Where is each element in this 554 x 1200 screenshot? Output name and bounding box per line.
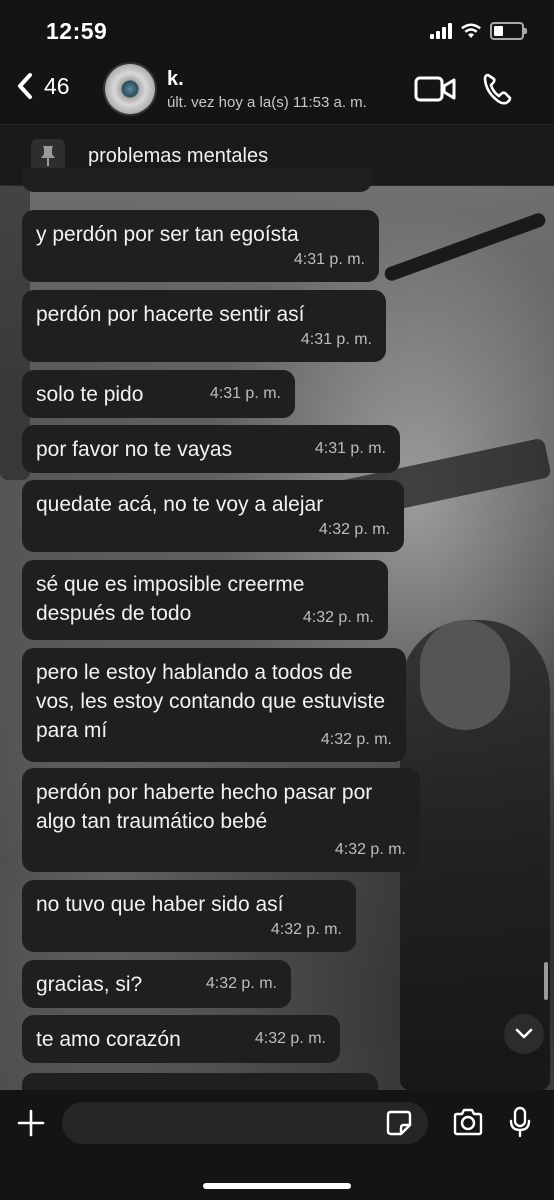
- home-indicator[interactable]: [203, 1183, 351, 1189]
- message-time: 4:32 p. m.: [270, 921, 342, 938]
- battery-icon: [490, 22, 527, 40]
- message-time: 4:31 p. m.: [209, 385, 281, 402]
- message-bubble-partial[interactable]: [22, 168, 372, 192]
- scroll-to-bottom-button[interactable]: [504, 1014, 544, 1054]
- message-time: 4:31 p. m.: [314, 440, 386, 457]
- unread-count: 46: [44, 72, 70, 99]
- contact-avatar[interactable]: [105, 64, 155, 114]
- message-time: 4:32 p. m.: [334, 841, 406, 858]
- chat-header: 46 k. últ. vez hoy a la(s) 11:53 a. m.: [0, 62, 554, 124]
- message-time: 4:32 p. m.: [205, 975, 277, 992]
- status-bar: 12:59: [0, 0, 554, 62]
- camera-icon[interactable]: [452, 1108, 484, 1136]
- message-bubble[interactable]: gracias, si? 4:32 p. m.: [22, 960, 291, 1008]
- message-bubble[interactable]: perdón por haberte hecho pasar por algo …: [22, 768, 420, 872]
- wifi-icon: [461, 23, 481, 38]
- phone-call-icon[interactable]: [482, 72, 514, 106]
- message-input[interactable]: [62, 1102, 428, 1144]
- sticker-icon[interactable]: [386, 1110, 412, 1136]
- message-text: perdón por haberte hecho pasar por algo …: [36, 781, 373, 833]
- message-time: 4:31 p. m.: [300, 331, 372, 348]
- chevron-down-icon: [515, 1028, 533, 1039]
- message-bubble[interactable]: te amo corazón 4:32 p. m.: [22, 1015, 340, 1063]
- pinned-message-text: problemas mentales: [88, 145, 269, 167]
- message-time: 4:32 p. m.: [302, 609, 374, 626]
- chevron-left-icon: [18, 73, 32, 99]
- microphone-icon[interactable]: [508, 1106, 532, 1138]
- video-call-icon[interactable]: [414, 74, 456, 104]
- message-time: 4:31 p. m.: [293, 251, 365, 268]
- message-bubble[interactable]: quedate acá, no te voy a alejar 4:32 p. …: [22, 480, 404, 552]
- message-bubble[interactable]: sé que es imposible creerme después de t…: [22, 560, 388, 640]
- message-bubble[interactable]: y perdón por ser tan egoísta 4:31 p. m.: [22, 210, 379, 282]
- message-bubble[interactable]: por favor no te vayas 4:31 p. m.: [22, 425, 400, 473]
- contact-name[interactable]: k.: [167, 68, 184, 91]
- message-bubble[interactable]: solo te pido 4:31 p. m.: [22, 370, 295, 418]
- message-bubble[interactable]: perdón por hacerte sentir así 4:31 p. m.: [22, 290, 386, 362]
- status-time: 12:59: [46, 18, 108, 44]
- message-time: 4:32 p. m.: [318, 521, 390, 538]
- message-time: 4:32 p. m.: [320, 731, 392, 748]
- message-bubble[interactable]: no tuvo que haber sido así 4:32 p. m.: [22, 880, 356, 952]
- message-time: 4:32 p. m.: [254, 1030, 326, 1047]
- scrollbar[interactable]: [544, 962, 548, 1000]
- back-button[interactable]: 46: [16, 72, 70, 100]
- cellular-signal-icon: [430, 23, 452, 39]
- message-bubble[interactable]: pero le estoy hablando a todos de vos, l…: [22, 648, 406, 762]
- last-seen-status: últ. vez hoy a la(s) 11:53 a. m.: [167, 94, 367, 111]
- plus-icon[interactable]: [16, 1108, 46, 1138]
